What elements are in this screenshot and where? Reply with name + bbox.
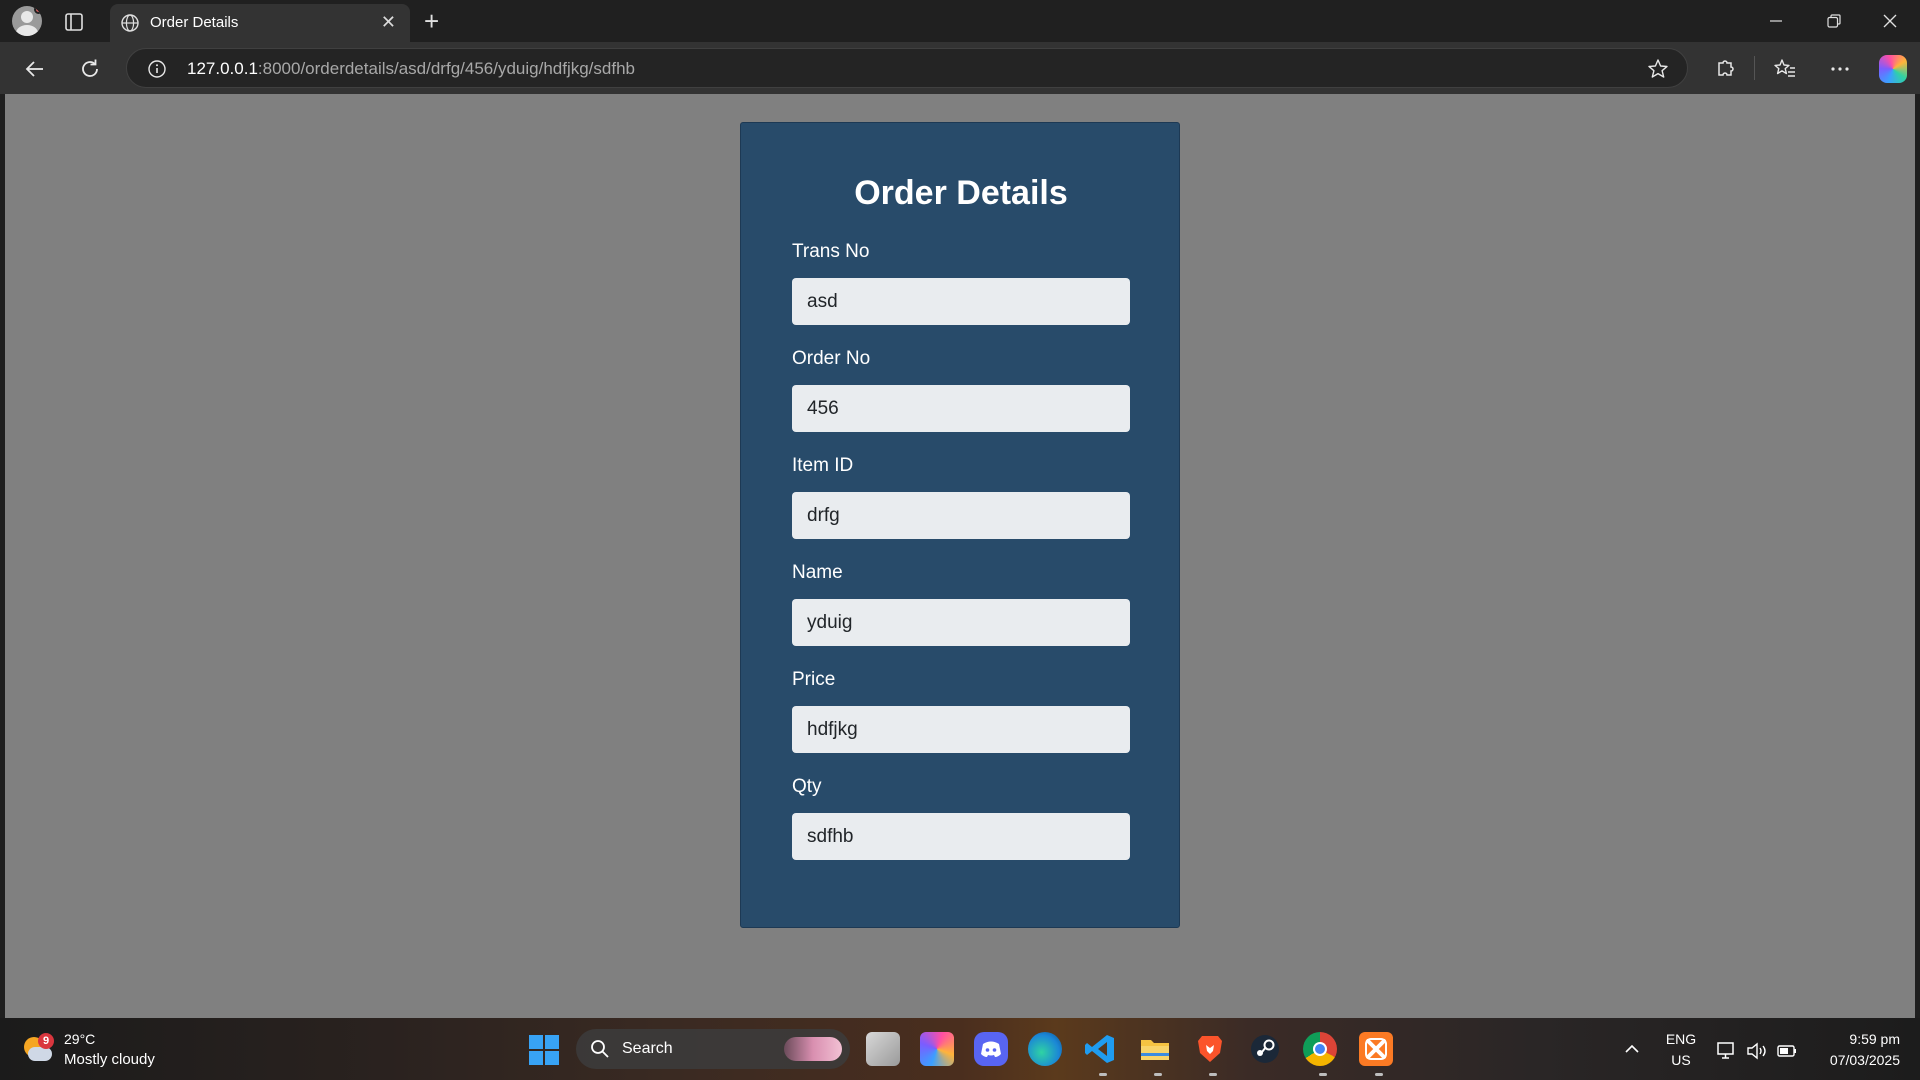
copilot-icon[interactable] [1879,55,1907,83]
name-label: Name [792,562,843,583]
close-tab-icon[interactable]: ✕ [381,13,396,31]
folder-icon[interactable] [1138,1032,1172,1066]
chrome-icon[interactable] [1303,1032,1337,1066]
url-text[interactable]: 127.0.0.1:8000/orderdetails/asd/drfg/456… [187,59,635,79]
file-explorer-icon[interactable] [866,1032,900,1066]
clock-date[interactable]: 07/03/2025 [1810,1052,1900,1068]
price-label: Price [792,669,836,690]
windows-start-icon[interactable] [529,1035,559,1065]
running-indicator [1319,1073,1327,1076]
url-path: :8000/orderdetails/asd/drfg/456/yduig/hd… [257,59,635,78]
order-details-card: Order Details Trans No Order No Item ID … [740,122,1180,928]
extensions-icon[interactable] [1710,54,1740,84]
taskbar: 9 29°C Mostly cloudy Search ENG US 9:59 … [0,1018,1920,1080]
trans-no-field-group: Trans No [792,241,1130,325]
weather-badge: 9 [38,1033,54,1049]
search-highlight-image [784,1037,842,1061]
tab-title: Order Details [150,14,239,31]
brave-icon[interactable] [1193,1032,1227,1066]
xampp-icon[interactable] [1359,1032,1393,1066]
region-indicator[interactable]: US [1664,1052,1698,1068]
item-id-field-group: Item ID [792,455,1130,539]
qty-input[interactable] [792,813,1130,860]
item-id-label: Item ID [792,455,854,476]
new-tab-icon[interactable]: + [424,8,439,34]
running-indicator [1154,1073,1162,1076]
steam-icon[interactable] [1248,1032,1282,1066]
order-no-label: Order No [792,348,871,369]
back-arrow-icon[interactable] [20,54,50,84]
trans-no-label: Trans No [792,241,870,262]
tab-actions-icon[interactable] [62,11,88,33]
edge-icon[interactable] [1028,1032,1062,1066]
globe-icon [120,13,140,38]
price-input[interactable] [792,706,1130,753]
clock-time[interactable]: 9:59 pm [1810,1031,1900,1047]
weather-icon[interactable]: 9 [22,1033,54,1065]
trans-no-input[interactable] [792,278,1130,325]
qty-label: Qty [792,776,822,797]
network-icon[interactable] [1716,1041,1738,1066]
volume-icon[interactable] [1746,1041,1768,1066]
favorites-icon[interactable] [1770,54,1800,84]
address-bar[interactable]: 127.0.0.1:8000/orderdetails/asd/drfg/456… [126,48,1688,88]
order-no-field-group: Order No [792,348,1130,432]
toolbar-divider [1754,56,1755,80]
qty-field-group: Qty [792,776,1130,860]
discord-icon[interactable] [974,1032,1008,1066]
active-tab[interactable]: Order Details ✕ [110,4,410,42]
close-window-icon[interactable] [1862,0,1918,42]
search-icon [590,1039,610,1064]
item-id-input[interactable] [792,492,1130,539]
browser-toolbar: 127.0.0.1:8000/orderdetails/asd/drfg/456… [0,42,1920,94]
weather-description[interactable]: Mostly cloudy [64,1051,155,1068]
running-indicator [1209,1073,1217,1076]
running-indicator [1375,1073,1383,1076]
taskbar-search[interactable]: Search [576,1029,850,1069]
copilot-app-icon[interactable] [920,1032,954,1066]
restore-icon[interactable] [1806,0,1862,42]
search-label: Search [622,1040,673,1057]
price-field-group: Price [792,669,1130,753]
profile-avatar-icon[interactable] [12,6,42,36]
site-info-icon[interactable] [147,59,167,84]
show-hidden-icons-chevron-icon[interactable] [1624,1041,1640,1062]
weather-temperature[interactable]: 29°C [64,1031,95,1047]
minimize-icon[interactable] [1748,0,1804,42]
language-indicator[interactable]: ENG [1664,1031,1698,1047]
battery-icon[interactable] [1776,1041,1798,1066]
name-input[interactable] [792,599,1130,646]
page-viewport: Order Details Trans No Order No Item ID … [5,94,1915,1018]
name-field-group: Name [792,562,1130,646]
running-indicator [1099,1073,1107,1076]
vscode-icon[interactable] [1083,1032,1117,1066]
url-host: 127.0.0.1 [187,59,258,78]
refresh-icon[interactable] [75,54,105,84]
favorite-star-icon[interactable] [1647,58,1669,85]
page-title: Order Details [854,174,1068,212]
browser-tab-bar: Order Details ✕ + [0,0,1920,42]
order-no-input[interactable] [792,385,1130,432]
more-options-icon[interactable] [1825,54,1855,84]
